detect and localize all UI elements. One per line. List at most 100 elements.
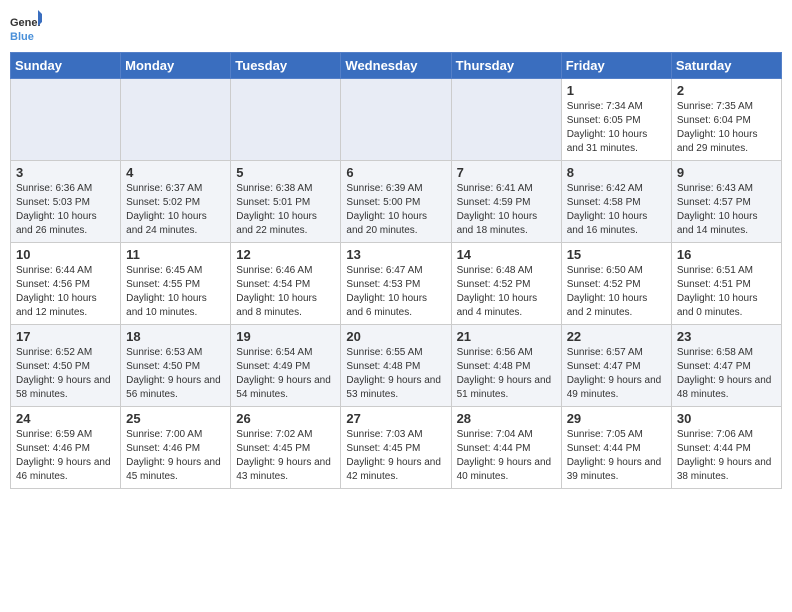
day-info: Sunrise: 6:44 AMSunset: 4:56 PMDaylight:… (16, 264, 115, 320)
day-info: Sunrise: 7:04 AMSunset: 4:44 PMDaylight:… (457, 428, 556, 484)
day-number: 12 (236, 247, 335, 262)
day-info: Sunrise: 7:00 AMSunset: 4:46 PMDaylight:… (126, 428, 225, 484)
day-info: Sunrise: 6:55 AMSunset: 4:48 PMDaylight:… (346, 346, 445, 402)
day-info: Sunrise: 6:42 AMSunset: 4:58 PMDaylight:… (567, 182, 666, 238)
day-number: 8 (567, 165, 666, 180)
day-number: 2 (677, 83, 776, 98)
calendar-cell: 25Sunrise: 7:00 AMSunset: 4:46 PMDayligh… (121, 407, 231, 489)
calendar-cell: 11 Sunrise: 6:45 AMSunset: 4:55 PMDayligh… (121, 243, 231, 325)
calendar-cell: 18 Sunrise: 6:53 AMSunset: 4:50 PMDayligh… (121, 325, 231, 407)
day-number: 1 (567, 83, 666, 98)
day-info: Sunrise: 6:58 AMSunset: 4:47 PMDaylight:… (677, 346, 776, 402)
calendar-cell: 20 Sunrise: 6:55 AMSunset: 4:48 PMDayligh… (341, 325, 451, 407)
calendar-cell: 26Sunrise: 7:02 AMSunset: 4:45 PMDayligh… (231, 407, 341, 489)
calendar-cell: 23Sunrise: 6:58 AMSunset: 4:47 PMDayligh… (671, 325, 781, 407)
calendar-cell: 13 Sunrise: 6:47 AMSunset: 4:53 PMDayligh… (341, 243, 451, 325)
calendar-cell: 2 Sunrise: 7:35 AMSunset: 6:04 PMDaylight… (671, 79, 781, 161)
day-number: 9 (677, 165, 776, 180)
day-info: Sunrise: 7:05 AMSunset: 4:44 PMDaylight:… (567, 428, 666, 484)
day-number: 29 (567, 411, 666, 426)
calendar-header-friday: Friday (561, 53, 671, 79)
day-number: 5 (236, 165, 335, 180)
day-info: Sunrise: 7:02 AMSunset: 4:45 PMDaylight:… (236, 428, 335, 484)
calendar-header-tuesday: Tuesday (231, 53, 341, 79)
day-info: Sunrise: 6:48 AMSunset: 4:52 PMDaylight:… (457, 264, 556, 320)
calendar-header-sunday: Sunday (11, 53, 121, 79)
calendar-cell (231, 79, 341, 161)
svg-text:Blue: Blue (10, 31, 34, 43)
day-number: 24 (16, 411, 115, 426)
day-info: Sunrise: 6:53 AMSunset: 4:50 PMDaylight:… (126, 346, 225, 402)
day-number: 27 (346, 411, 445, 426)
calendar-header-monday: Monday (121, 53, 231, 79)
day-number: 7 (457, 165, 556, 180)
day-number: 6 (346, 165, 445, 180)
calendar-cell (451, 79, 561, 161)
day-number: 4 (126, 165, 225, 180)
calendar-cell (341, 79, 451, 161)
calendar-cell: 15Sunrise: 6:50 AMSunset: 4:52 PMDayligh… (561, 243, 671, 325)
calendar-cell: 12 Sunrise: 6:46 AMSunset: 4:54 PMDayligh… (231, 243, 341, 325)
page-header: General Blue (10, 10, 782, 46)
day-info: Sunrise: 7:06 AMSunset: 4:44 PMDaylight:… (677, 428, 776, 484)
day-number: 16 (677, 247, 776, 262)
calendar-header-thursday: Thursday (451, 53, 561, 79)
logo: General Blue (10, 10, 42, 46)
day-info: Sunrise: 6:51 AMSunset: 4:51 PMDaylight:… (677, 264, 776, 320)
day-number: 11 (126, 247, 225, 262)
day-number: 13 (346, 247, 445, 262)
calendar-cell: 24Sunrise: 6:59 AMSunset: 4:46 PMDayligh… (11, 407, 121, 489)
day-info: Sunrise: 6:41 AMSunset: 4:59 PMDaylight:… (457, 182, 556, 238)
day-number: 21 (457, 329, 556, 344)
calendar-week-row: 24Sunrise: 6:59 AMSunset: 4:46 PMDayligh… (11, 407, 782, 489)
day-info: Sunrise: 6:57 AMSunset: 4:47 PMDaylight:… (567, 346, 666, 402)
calendar-header-wednesday: Wednesday (341, 53, 451, 79)
day-number: 3 (16, 165, 115, 180)
day-number: 15 (567, 247, 666, 262)
calendar-table: SundayMondayTuesdayWednesdayThursdayFrid… (10, 52, 782, 489)
calendar-cell: 21 Sunrise: 6:56 AMSunset: 4:48 PMDayligh… (451, 325, 561, 407)
calendar-cell: 9Sunrise: 6:43 AMSunset: 4:57 PMDaylight… (671, 161, 781, 243)
calendar-week-row: 17Sunrise: 6:52 AMSunset: 4:50 PMDayligh… (11, 325, 782, 407)
day-info: Sunrise: 6:37 AMSunset: 5:02 PMDaylight:… (126, 182, 225, 238)
calendar-cell: 27 Sunrise: 7:03 AMSunset: 4:45 PMDayligh… (341, 407, 451, 489)
svg-text:General: General (10, 17, 42, 29)
day-info: Sunrise: 6:38 AMSunset: 5:01 PMDaylight:… (236, 182, 335, 238)
day-number: 14 (457, 247, 556, 262)
day-info: Sunrise: 6:54 AMSunset: 4:49 PMDaylight:… (236, 346, 335, 402)
day-info: Sunrise: 6:56 AMSunset: 4:48 PMDaylight:… (457, 346, 556, 402)
calendar-cell: 5 Sunrise: 6:38 AMSunset: 5:01 PMDaylight… (231, 161, 341, 243)
calendar-header-row: SundayMondayTuesdayWednesdayThursdayFrid… (11, 53, 782, 79)
calendar-cell (121, 79, 231, 161)
day-number: 19 (236, 329, 335, 344)
calendar-cell (11, 79, 121, 161)
day-number: 22 (567, 329, 666, 344)
calendar-cell: 22 Sunrise: 6:57 AMSunset: 4:47 PMDayligh… (561, 325, 671, 407)
day-info: Sunrise: 6:47 AMSunset: 4:53 PMDaylight:… (346, 264, 445, 320)
calendar-cell: 6 Sunrise: 6:39 AMSunset: 5:00 PMDaylight… (341, 161, 451, 243)
calendar-cell: 4 Sunrise: 6:37 AMSunset: 5:02 PMDaylight… (121, 161, 231, 243)
day-info: Sunrise: 6:39 AMSunset: 5:00 PMDaylight:… (346, 182, 445, 238)
day-number: 18 (126, 329, 225, 344)
day-number: 28 (457, 411, 556, 426)
calendar-cell: 28 Sunrise: 7:04 AMSunset: 4:44 PMDayligh… (451, 407, 561, 489)
calendar-cell: 8 Sunrise: 6:42 AMSunset: 4:58 PMDaylight… (561, 161, 671, 243)
day-info: Sunrise: 7:34 AMSunset: 6:05 PMDaylight:… (567, 100, 666, 156)
calendar-cell: 19 Sunrise: 6:54 AMSunset: 4:49 PMDayligh… (231, 325, 341, 407)
day-info: Sunrise: 6:52 AMSunset: 4:50 PMDaylight:… (16, 346, 115, 402)
day-info: Sunrise: 6:45 AMSunset: 4:55 PMDaylight:… (126, 264, 225, 320)
calendar-cell: 17Sunrise: 6:52 AMSunset: 4:50 PMDayligh… (11, 325, 121, 407)
logo: General Blue (10, 10, 42, 46)
day-info: Sunrise: 6:46 AMSunset: 4:54 PMDaylight:… (236, 264, 335, 320)
day-number: 10 (16, 247, 115, 262)
calendar-cell: 3Sunrise: 6:36 AMSunset: 5:03 PMDaylight… (11, 161, 121, 243)
calendar-cell: 30 Sunrise: 7:06 AMSunset: 4:44 PMDayligh… (671, 407, 781, 489)
day-number: 20 (346, 329, 445, 344)
calendar-header-saturday: Saturday (671, 53, 781, 79)
logo-icon: General Blue (10, 10, 42, 46)
day-number: 30 (677, 411, 776, 426)
calendar-cell: 7 Sunrise: 6:41 AMSunset: 4:59 PMDaylight… (451, 161, 561, 243)
day-info: Sunrise: 7:03 AMSunset: 4:45 PMDaylight:… (346, 428, 445, 484)
day-info: Sunrise: 7:35 AMSunset: 6:04 PMDaylight:… (677, 100, 776, 156)
calendar-cell: 29 Sunrise: 7:05 AMSunset: 4:44 PMDayligh… (561, 407, 671, 489)
